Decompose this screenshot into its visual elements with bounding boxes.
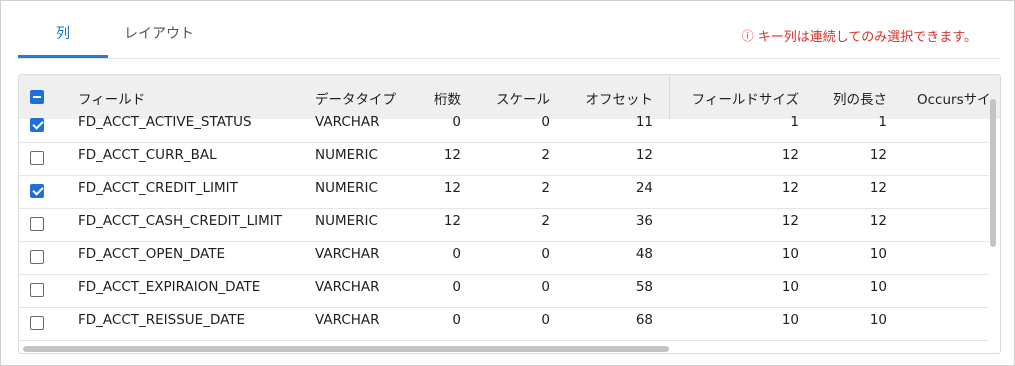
cell-digits: 12	[443, 213, 461, 229]
cell-column-length: 10	[869, 246, 887, 262]
table-row[interactable]: FD_ACCT_ACTIVE_STATUS VARCHAR 0 0 11 1 1	[19, 109, 989, 143]
cell-data-type: VARCHAR	[315, 312, 380, 328]
select-all-checkbox[interactable]	[30, 90, 44, 104]
cell-column-length: 10	[869, 312, 887, 328]
tab-columns[interactable]: 列	[56, 23, 70, 43]
cell-digits: 0	[452, 312, 461, 328]
cell-scale: 2	[541, 213, 550, 229]
header-field[interactable]: フィールド	[78, 88, 145, 108]
cell-field: FD_ACCT_EXPIRAION_DATE	[78, 279, 261, 295]
header-occurs-size[interactable]: Occursサイ	[917, 88, 991, 108]
table-row[interactable]: FD_ACCT_REISSUE_DATE VARCHAR 0 0 68 10 10	[19, 307, 989, 341]
header-data-type[interactable]: データタイプ	[315, 88, 396, 108]
cell-scale: 0	[541, 114, 550, 130]
row-checkbox[interactable]	[30, 118, 44, 132]
panel: 列 レイアウト ⓘ キー列は連続してのみ選択できます。 フィールド データタイプ…	[0, 0, 1015, 366]
cell-field: FD_ACCT_CURR_BAL	[78, 147, 217, 163]
cell-scale: 2	[541, 180, 550, 196]
key-column-notice: ⓘ キー列は連続してのみ選択できます。	[742, 26, 977, 45]
cell-offset: 58	[635, 279, 653, 295]
info-circle-icon: ⓘ	[741, 29, 754, 43]
cell-digits: 12	[443, 147, 461, 163]
table-row[interactable]: FD_ACCT_CREDIT_LIMIT NUMERIC 12 2 24 12 12	[19, 175, 989, 209]
cell-data-type: NUMERIC	[315, 213, 378, 229]
cell-offset: 36	[635, 213, 653, 229]
row-checkbox[interactable]	[30, 250, 44, 264]
row-checkbox[interactable]	[30, 283, 44, 297]
cell-field-size: 12	[781, 147, 799, 163]
table-row[interactable]: FD_ACCT_CURR_BAL NUMERIC 12 2 12 12 12	[19, 142, 989, 176]
cell-field-size: 1	[790, 114, 799, 130]
header-digits[interactable]: 桁数	[399, 88, 461, 108]
header-column-length[interactable]: 列の長さ	[809, 88, 887, 108]
cell-column-length: 10	[869, 279, 887, 295]
cell-data-type: VARCHAR	[315, 246, 380, 262]
columns-grid: フィールド データタイプ 桁数 スケール オフセット フィールドサイズ 列の長さ…	[18, 74, 1001, 354]
cell-offset: 11	[635, 114, 653, 130]
cell-field: FD_ACCT_ACTIVE_STATUS	[78, 114, 252, 130]
tab-bar: 列 レイアウト ⓘ キー列は連続してのみ選択できます。	[18, 1, 1000, 59]
cell-field: FD_ACCT_CREDIT_LIMIT	[78, 180, 238, 196]
cell-column-length: 12	[869, 213, 887, 229]
cell-offset: 48	[635, 246, 653, 262]
cell-scale: 0	[541, 246, 550, 262]
header-offset[interactable]: オフセット	[559, 88, 654, 108]
cell-offset: 12	[635, 147, 653, 163]
cell-field-size: 10	[781, 312, 799, 328]
notice-text: キー列は連続してのみ選択できます。	[757, 30, 977, 45]
row-checkbox[interactable]	[30, 217, 44, 231]
cell-field: FD_ACCT_REISSUE_DATE	[78, 312, 246, 328]
cell-field-size: 10	[781, 246, 799, 262]
table-row[interactable]: FD_ACCT_EXPIRAION_DATE VARCHAR 0 0 58 10 10	[19, 274, 989, 308]
row-checkbox[interactable]	[30, 151, 44, 165]
cell-digits: 0	[452, 246, 461, 262]
cell-scale: 2	[541, 147, 550, 163]
cell-field-size: 12	[781, 180, 799, 196]
cell-data-type: VARCHAR	[315, 114, 380, 130]
cell-digits: 0	[452, 114, 461, 130]
cell-offset: 24	[635, 180, 653, 196]
cell-offset: 68	[635, 312, 653, 328]
cell-data-type: NUMERIC	[315, 180, 378, 196]
row-checkbox[interactable]	[30, 316, 44, 330]
cell-digits: 0	[452, 279, 461, 295]
horizontal-scrollbar[interactable]	[23, 346, 669, 352]
header-field-size[interactable]: フィールドサイズ	[679, 88, 799, 108]
cell-digits: 12	[443, 180, 461, 196]
cell-column-length: 12	[869, 180, 887, 196]
cell-field: FD_ACCT_CASH_CREDIT_LIMIT	[78, 213, 282, 229]
cell-column-length: 12	[869, 147, 887, 163]
cell-field-size: 12	[781, 213, 799, 229]
cell-data-type: NUMERIC	[315, 147, 378, 163]
cell-field: FD_ACCT_OPEN_DATE	[78, 246, 226, 262]
tab-layout[interactable]: レイアウト	[124, 23, 194, 43]
cell-data-type: VARCHAR	[315, 279, 380, 295]
row-checkbox[interactable]	[30, 184, 44, 198]
active-tab-indicator	[18, 55, 108, 58]
header-scale[interactable]: スケール	[469, 88, 550, 108]
table-row[interactable]: FD_ACCT_OPEN_DATE VARCHAR 0 0 48 10 10	[19, 241, 989, 275]
vertical-scrollbar[interactable]	[990, 99, 996, 247]
cell-column-length: 1	[878, 114, 887, 130]
cell-scale: 0	[541, 312, 550, 328]
cell-scale: 0	[541, 279, 550, 295]
table-row[interactable]: FD_ACCT_CASH_CREDIT_LIMIT NUMERIC 12 2 36 12 1…	[19, 208, 989, 242]
cell-field-size: 10	[781, 279, 799, 295]
